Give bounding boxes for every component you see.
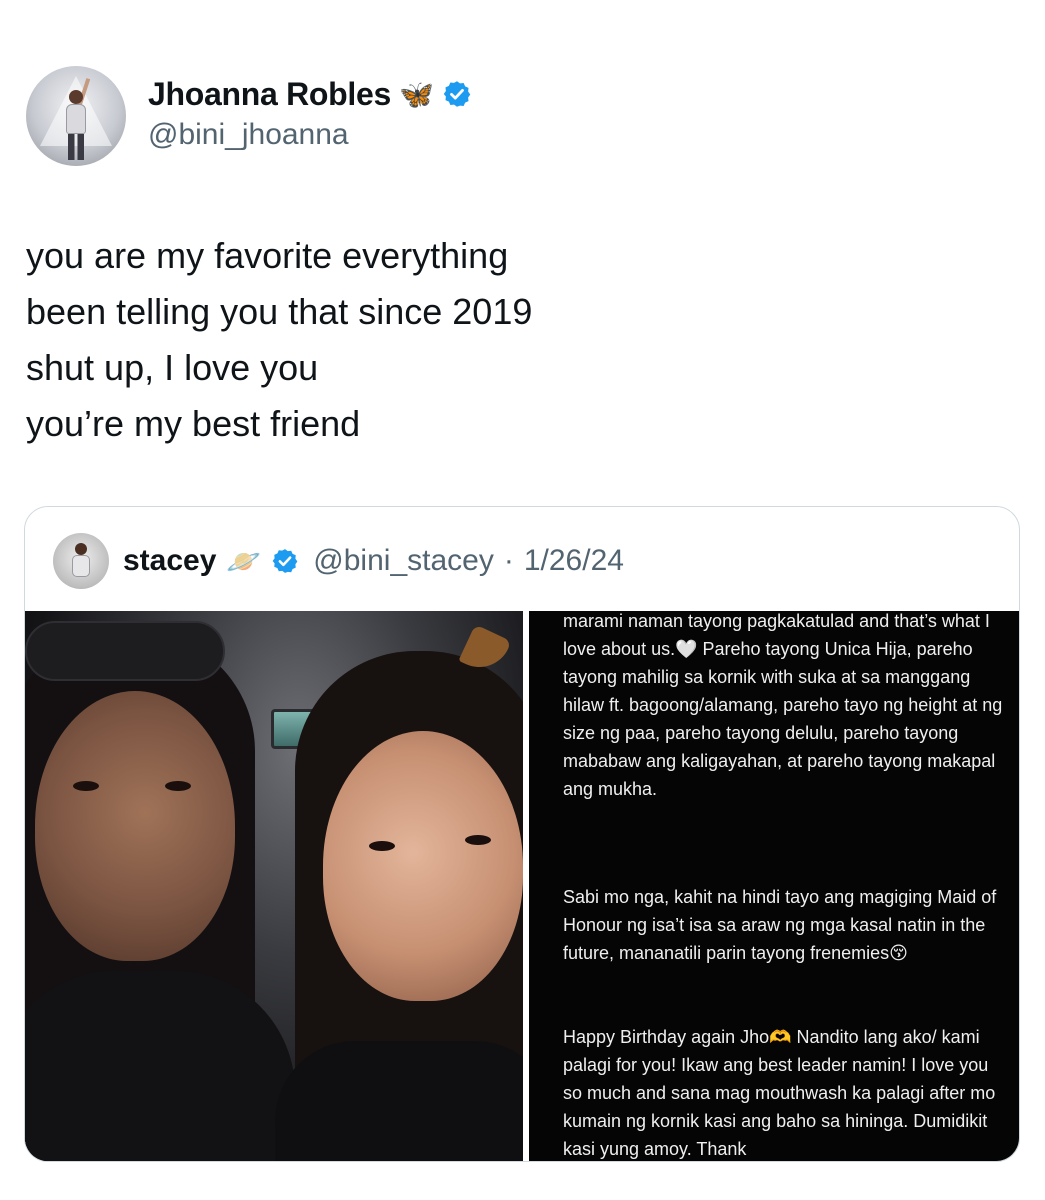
note-paragraph-text: marami naman tayong pagkakatulad and tha… bbox=[563, 611, 1008, 799]
planet-emoji: 🪐 bbox=[226, 545, 262, 577]
tweet-text: you are my favorite everything been tell… bbox=[26, 228, 1006, 452]
tweet-header: Jhoanna Robles 🦋 @bini_jhoanna bbox=[26, 66, 926, 166]
meta-separator: · bbox=[503, 544, 514, 577]
tweet-text-line: been telling you that since 2019 bbox=[26, 291, 533, 332]
verified-badge-icon[interactable] bbox=[271, 547, 299, 575]
quoted-tweet-header: stacey 🪐 @bini_stacey · 1/26/24 bbox=[53, 531, 624, 591]
quoted-tweet-card[interactable]: stacey 🪐 @bini_stacey · 1/26/24 marami n… bbox=[24, 506, 1020, 1162]
selfie-photo[interactable] bbox=[25, 611, 523, 1161]
quoted-author-avatar[interactable] bbox=[53, 533, 109, 589]
note-paragraph-text: Sabi mo nga, kahit na hindi tayo ang mag… bbox=[563, 887, 1002, 963]
quoted-author-handle[interactable]: @bini_stacey bbox=[313, 544, 494, 578]
tweet-text-line: you are my favorite everything bbox=[26, 235, 509, 276]
tweet-text-line: shut up, I love you bbox=[26, 347, 319, 388]
tweet-text-line: you’re my best friend bbox=[26, 403, 361, 444]
author-avatar[interactable] bbox=[26, 66, 126, 166]
verified-badge-icon[interactable] bbox=[442, 79, 472, 109]
note-paragraph-text: Happy Birthday again Jho🫶 Nandito lang a… bbox=[563, 1027, 1001, 1159]
note-paragraph: Happy Birthday again Jho🫶 Nandito lang a… bbox=[563, 1023, 1003, 1161]
author-name-row: Jhoanna Robles 🦋 bbox=[148, 74, 472, 114]
birthday-note-screenshot[interactable]: marami naman tayong pagkakatulad and tha… bbox=[529, 611, 1019, 1161]
quoted-tweet-media: marami naman tayong pagkakatulad and tha… bbox=[25, 611, 1019, 1161]
author-handle[interactable]: @bini_jhoanna bbox=[148, 118, 349, 152]
butterfly-emoji: 🦋 bbox=[398, 78, 434, 110]
quoted-author-display-name[interactable]: stacey bbox=[123, 544, 216, 578]
quoted-tweet-date[interactable]: 1/26/24 bbox=[524, 544, 624, 578]
note-paragraph: marami naman tayong pagkakatulad and tha… bbox=[563, 611, 1003, 803]
note-paragraph: Sabi mo nga, kahit na hindi tayo ang mag… bbox=[563, 883, 1003, 967]
author-display-name[interactable]: Jhoanna Robles bbox=[148, 76, 391, 113]
